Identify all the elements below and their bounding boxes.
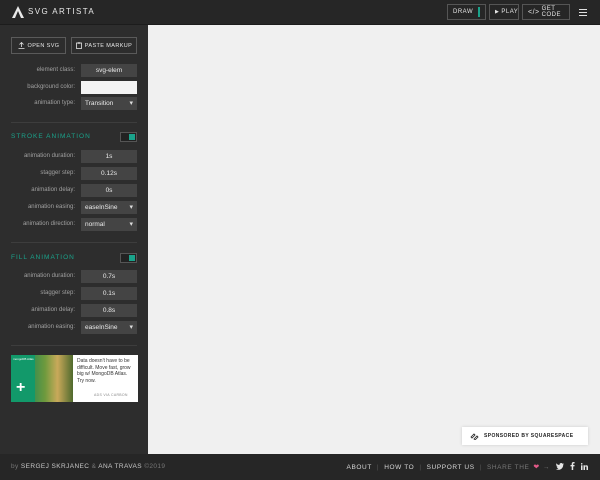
setting-label: element class: bbox=[36, 67, 75, 73]
setting-label: stagger step: bbox=[40, 170, 75, 176]
support-us-link[interactable]: SUPPORT US bbox=[427, 464, 475, 471]
twitter-icon[interactable] bbox=[556, 462, 564, 472]
fill-duration-row: animation duration: 0.7s bbox=[0, 270, 148, 283]
facebook-icon[interactable] bbox=[570, 462, 575, 472]
app-footer: by SERGEJ SKRJANEC & ANA TRAVAS ©2019 AB… bbox=[0, 454, 600, 480]
play-icon: ▶ bbox=[495, 9, 500, 15]
sponsor-label: SPONSORED BY SQUARESPACE bbox=[484, 433, 574, 439]
linkedin-icon[interactable] bbox=[580, 462, 588, 472]
clipboard-icon bbox=[75, 42, 82, 49]
setting-label: animation delay: bbox=[31, 307, 75, 313]
author-link-2[interactable]: ANA TRAVAS bbox=[98, 463, 142, 470]
app-header: SVG ARTISTA DRAW ▶ PLAY </> GET CODE bbox=[0, 0, 600, 25]
section-divider bbox=[11, 242, 137, 243]
code-icon: </> bbox=[528, 8, 540, 16]
animation-type-select[interactable]: Transition bbox=[81, 97, 137, 110]
credits: by SERGEJ SKRJANEC & ANA TRAVAS ©2019 bbox=[11, 463, 165, 470]
paste-markup-button[interactable]: PASTE MARKUP bbox=[71, 37, 137, 54]
plus-icon: + bbox=[16, 379, 26, 396]
background-color-input[interactable] bbox=[81, 81, 137, 94]
stroke-easing-select[interactable]: easeInSine bbox=[81, 201, 137, 214]
section-divider bbox=[11, 345, 137, 346]
arrow-icon: → bbox=[542, 463, 550, 471]
credits-by: by bbox=[11, 463, 19, 470]
fill-stagger-row: stagger step: 0.1s bbox=[0, 287, 148, 300]
setting-background-color: background color: bbox=[0, 81, 148, 94]
upload-icon bbox=[18, 42, 25, 49]
setting-label: animation direction: bbox=[22, 221, 75, 227]
ad-via-link[interactable]: ADS VIA CARBON bbox=[94, 393, 128, 397]
app-brand: SVG ARTISTA bbox=[28, 7, 96, 16]
get-code-label: GET CODE bbox=[541, 6, 561, 18]
carbon-ad[interactable]: mongoDB Atlas + Data doesn't have to be … bbox=[11, 355, 138, 402]
setting-label: stagger step: bbox=[40, 290, 75, 296]
credits-year: ©2019 bbox=[144, 463, 166, 470]
setting-animation-type: animation type: Transition bbox=[0, 97, 148, 110]
about-link[interactable]: ABOUT bbox=[347, 464, 372, 471]
open-svg-button[interactable]: OPEN SVG bbox=[11, 37, 66, 54]
fill-delay-input[interactable]: 0.8s bbox=[81, 304, 137, 317]
svg-canvas[interactable]: SPONSORED BY SQUARESPACE bbox=[148, 25, 600, 454]
stroke-animation-toggle[interactable] bbox=[120, 132, 137, 142]
stroke-delay-row: animation delay: 0s bbox=[0, 184, 148, 197]
fill-delay-row: animation delay: 0.8s bbox=[0, 304, 148, 317]
setting-label: animation type: bbox=[34, 100, 75, 106]
credits-amp: & bbox=[91, 463, 97, 470]
settings-sidebar: OPEN SVG PASTE MARKUP element class: svg… bbox=[0, 25, 148, 454]
ad-text[interactable]: Data doesn't have to be difficult. Move … bbox=[77, 358, 135, 384]
stroke-direction-select[interactable]: normal bbox=[81, 218, 137, 231]
ad-image-tag: mongoDB Atlas bbox=[13, 357, 34, 361]
stroke-duration-row: animation duration: 1s bbox=[0, 150, 148, 163]
heart-icon: ❤ bbox=[533, 464, 540, 471]
share-label: SHARE THE bbox=[486, 463, 530, 471]
setting-label: background color: bbox=[27, 84, 75, 90]
fill-duration-input[interactable]: 0.7s bbox=[81, 270, 137, 283]
stroke-stagger-input[interactable]: 0.12s bbox=[81, 167, 137, 180]
setting-label: animation duration: bbox=[23, 273, 75, 279]
how-to-link[interactable]: HOW TO bbox=[384, 464, 414, 471]
footer-links: ABOUT | HOW TO | SUPPORT US | SHARE THE … bbox=[347, 462, 588, 472]
author-link-1[interactable]: SERGEJ SKRJANEC bbox=[21, 463, 90, 470]
stroke-direction-row: animation direction: normal bbox=[0, 218, 148, 231]
play-button[interactable]: ▶ PLAY bbox=[489, 4, 519, 20]
get-code-button[interactable]: </> GET CODE bbox=[522, 4, 570, 20]
section-divider bbox=[11, 122, 137, 123]
setting-label: animation easing: bbox=[27, 204, 75, 210]
stroke-animation-title: STROKE ANIMATION bbox=[11, 133, 91, 140]
play-label: PLAY bbox=[501, 9, 519, 15]
sponsor-badge[interactable]: SPONSORED BY SQUARESPACE bbox=[462, 427, 588, 445]
setting-label: animation duration: bbox=[23, 153, 75, 159]
hamburger-menu-icon[interactable] bbox=[579, 9, 587, 18]
draw-color-swatch[interactable] bbox=[478, 7, 480, 17]
setting-element-class: element class: svg-elem bbox=[0, 64, 148, 77]
draw-button[interactable]: DRAW bbox=[447, 4, 486, 20]
fill-animation-title: FILL ANIMATION bbox=[11, 254, 75, 261]
element-class-input[interactable]: svg-elem bbox=[81, 64, 137, 77]
fill-animation-toggle[interactable] bbox=[120, 253, 137, 263]
setting-label: animation delay: bbox=[31, 187, 75, 193]
fill-stagger-input[interactable]: 0.1s bbox=[81, 287, 137, 300]
stroke-stagger-row: stagger step: 0.12s bbox=[0, 167, 148, 180]
stroke-duration-input[interactable]: 1s bbox=[81, 150, 137, 163]
stroke-delay-input[interactable]: 0s bbox=[81, 184, 137, 197]
fill-easing-row: animation easing: easeInSine bbox=[0, 321, 148, 334]
ad-image: mongoDB Atlas + bbox=[11, 355, 73, 402]
squarespace-logo-icon bbox=[470, 432, 479, 440]
paste-markup-label: PASTE MARKUP bbox=[84, 42, 133, 49]
setting-label: animation easing: bbox=[27, 324, 75, 330]
fill-easing-select[interactable]: easeInSine bbox=[81, 321, 137, 334]
draw-label: DRAW bbox=[453, 9, 474, 15]
stroke-easing-row: animation easing: easeInSine bbox=[0, 201, 148, 214]
open-svg-label: OPEN SVG bbox=[27, 42, 60, 49]
logo-icon bbox=[12, 6, 24, 18]
